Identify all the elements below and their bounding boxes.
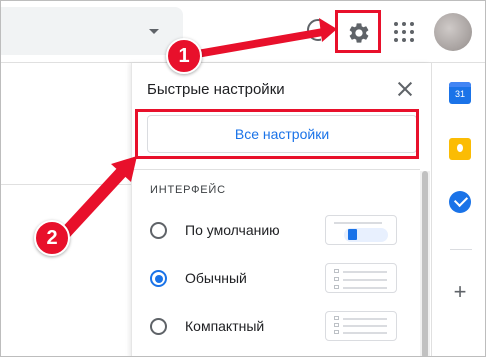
add-icon[interactable]: + — [450, 281, 470, 303]
keep-icon[interactable] — [449, 138, 471, 160]
option-label: Обычный — [185, 270, 247, 286]
help-icon[interactable] — [307, 19, 321, 41]
radio-button[interactable] — [150, 222, 167, 239]
calendar-date: 31 — [454, 89, 465, 99]
radio-button[interactable] — [150, 318, 167, 335]
screenshot-frame: Быстрые настройки Все настройки ИНТЕРФЕЙ… — [0, 0, 486, 357]
quick-settings-panel: Быстрые настройки Все настройки ИНТЕРФЕЙ… — [131, 63, 431, 356]
annotation-badge-1: 1 — [166, 38, 202, 74]
top-bar — [1, 1, 485, 63]
search-box[interactable] — [1, 7, 183, 55]
search-options-dropdown-icon[interactable] — [149, 29, 159, 34]
radio-button-selected[interactable] — [150, 270, 167, 287]
tasks-icon[interactable] — [449, 191, 471, 213]
section-divider — [132, 169, 420, 170]
density-preview-comfortable — [325, 263, 397, 293]
list-divider — [1, 184, 131, 185]
user-avatar[interactable] — [434, 13, 472, 51]
side-apps-rail: 31 + — [431, 63, 485, 356]
option-label: По умолчанию — [185, 222, 280, 238]
close-icon[interactable] — [395, 79, 415, 99]
density-preview-compact — [325, 311, 397, 341]
density-option-comfortable[interactable]: Обычный — [150, 263, 400, 293]
calendar-icon[interactable]: 31 — [449, 82, 471, 104]
density-preview-default — [325, 215, 397, 245]
annotation-badge-2: 2 — [34, 220, 70, 256]
panel-scrollbar[interactable] — [420, 171, 430, 356]
density-option-compact[interactable]: Компактный — [150, 311, 400, 341]
apps-button[interactable] — [389, 17, 419, 47]
all-settings-button[interactable]: Все настройки — [147, 115, 417, 153]
density-option-default[interactable]: По умолчанию — [150, 215, 400, 245]
density-section-label: ИНТЕРФЕЙС — [150, 184, 226, 196]
settings-button[interactable] — [339, 13, 379, 53]
document-icon — [348, 229, 357, 240]
option-label: Компактный — [185, 318, 265, 334]
scrollbar-thumb[interactable] — [422, 171, 428, 356]
mail-list-area — [1, 63, 131, 356]
rail-divider — [450, 249, 472, 250]
panel-title: Быстрые настройки — [147, 81, 285, 98]
gear-icon — [349, 23, 369, 43]
